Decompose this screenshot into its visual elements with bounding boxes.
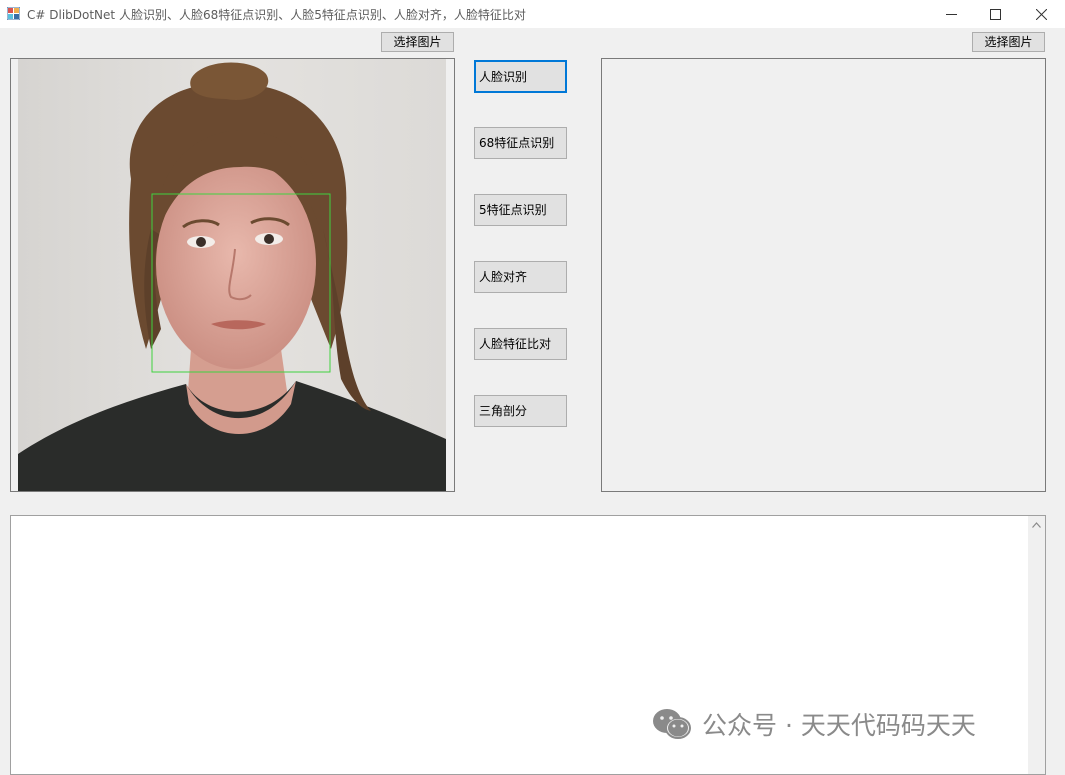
minimize-button[interactable] [928, 0, 974, 28]
select-image-right-button[interactable]: 选择图片 [972, 32, 1045, 52]
window-title: C# DlibDotNet 人脸识别、人脸68特征点识别、人脸5特征点识别、人脸… [27, 8, 526, 22]
chevron-up-icon [1032, 521, 1041, 528]
portrait-image [11, 59, 454, 491]
close-icon [1035, 8, 1047, 20]
face-align-button[interactable]: 人脸对齐 [474, 261, 567, 293]
maximize-button[interactable] [972, 0, 1018, 28]
app-icon [7, 7, 20, 20]
wechat-icon [653, 709, 691, 739]
vertical-scrollbar[interactable] [1028, 516, 1045, 774]
watermark: 公众号 · 天天代码码天天 [652, 706, 976, 742]
watermark-text: 公众号 · 天天代码码天天 [702, 711, 976, 740]
landmarks-5-button[interactable]: 5特征点识别 [474, 194, 567, 226]
face-detect-button[interactable]: 人脸识别 [474, 60, 567, 93]
maximize-icon [989, 8, 1001, 20]
select-image-left-button[interactable]: 选择图片 [381, 32, 454, 52]
triangulation-button[interactable]: 三角剖分 [474, 395, 567, 427]
face-compare-button[interactable]: 人脸特征比对 [474, 328, 567, 360]
title-bar: C# DlibDotNet 人脸识别、人脸68特征点识别、人脸5特征点识别、人脸… [0, 0, 1065, 28]
scroll-up-button[interactable] [1028, 516, 1045, 533]
close-button[interactable] [1018, 0, 1064, 28]
minimize-icon [945, 13, 957, 15]
left-picture-box [10, 58, 455, 492]
right-picture-box [601, 58, 1046, 492]
landmarks-68-button[interactable]: 68特征点识别 [474, 127, 567, 159]
